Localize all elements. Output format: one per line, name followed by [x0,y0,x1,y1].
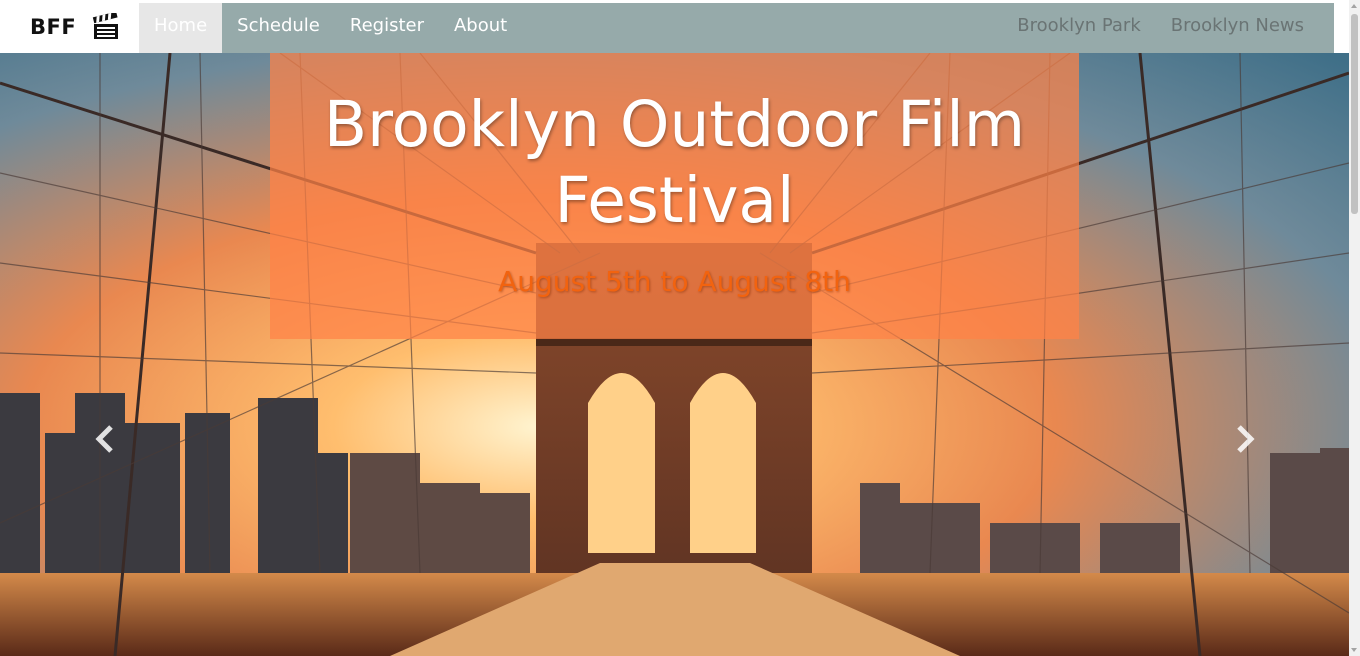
hero-title: Brooklyn Outdoor Film Festival [323,88,1026,237]
scroll-up-icon[interactable] [1351,4,1357,8]
nav-item-home[interactable]: Home [139,3,223,53]
clapperboard-icon [92,13,118,39]
primary-nav: Home Schedule Register About [139,3,522,53]
chevron-right-icon[interactable] [1230,419,1260,459]
brand-logo[interactable]: BFF [15,3,139,53]
scroll-down-icon[interactable] [1351,648,1357,652]
nav-item-register[interactable]: Register [335,3,439,53]
hero-carousel: Brooklyn Outdoor Film Festival August 5t… [0,53,1349,656]
top-navbar: BFF Home Schedule Register About Brookly… [15,3,1334,53]
nav-item-about[interactable]: About [439,3,522,53]
nav-item-brooklyn-park[interactable]: Brooklyn Park [1002,3,1156,53]
brand-name[interactable]: BFF [30,15,76,39]
hero-caption: Brooklyn Outdoor Film Festival August 5t… [270,53,1079,339]
scroll-thumb[interactable] [1351,14,1358,214]
vertical-scrollbar[interactable] [1349,0,1360,656]
nav-item-brooklyn-news[interactable]: Brooklyn News [1156,3,1319,53]
page: BFF Home Schedule Register About Brookly… [0,0,1360,656]
chevron-left-icon[interactable] [90,419,120,459]
hero-subtitle: August 5th to August 8th [498,265,851,298]
nav-item-schedule[interactable]: Schedule [222,3,335,53]
secondary-nav: Brooklyn Park Brooklyn News [1002,3,1319,53]
